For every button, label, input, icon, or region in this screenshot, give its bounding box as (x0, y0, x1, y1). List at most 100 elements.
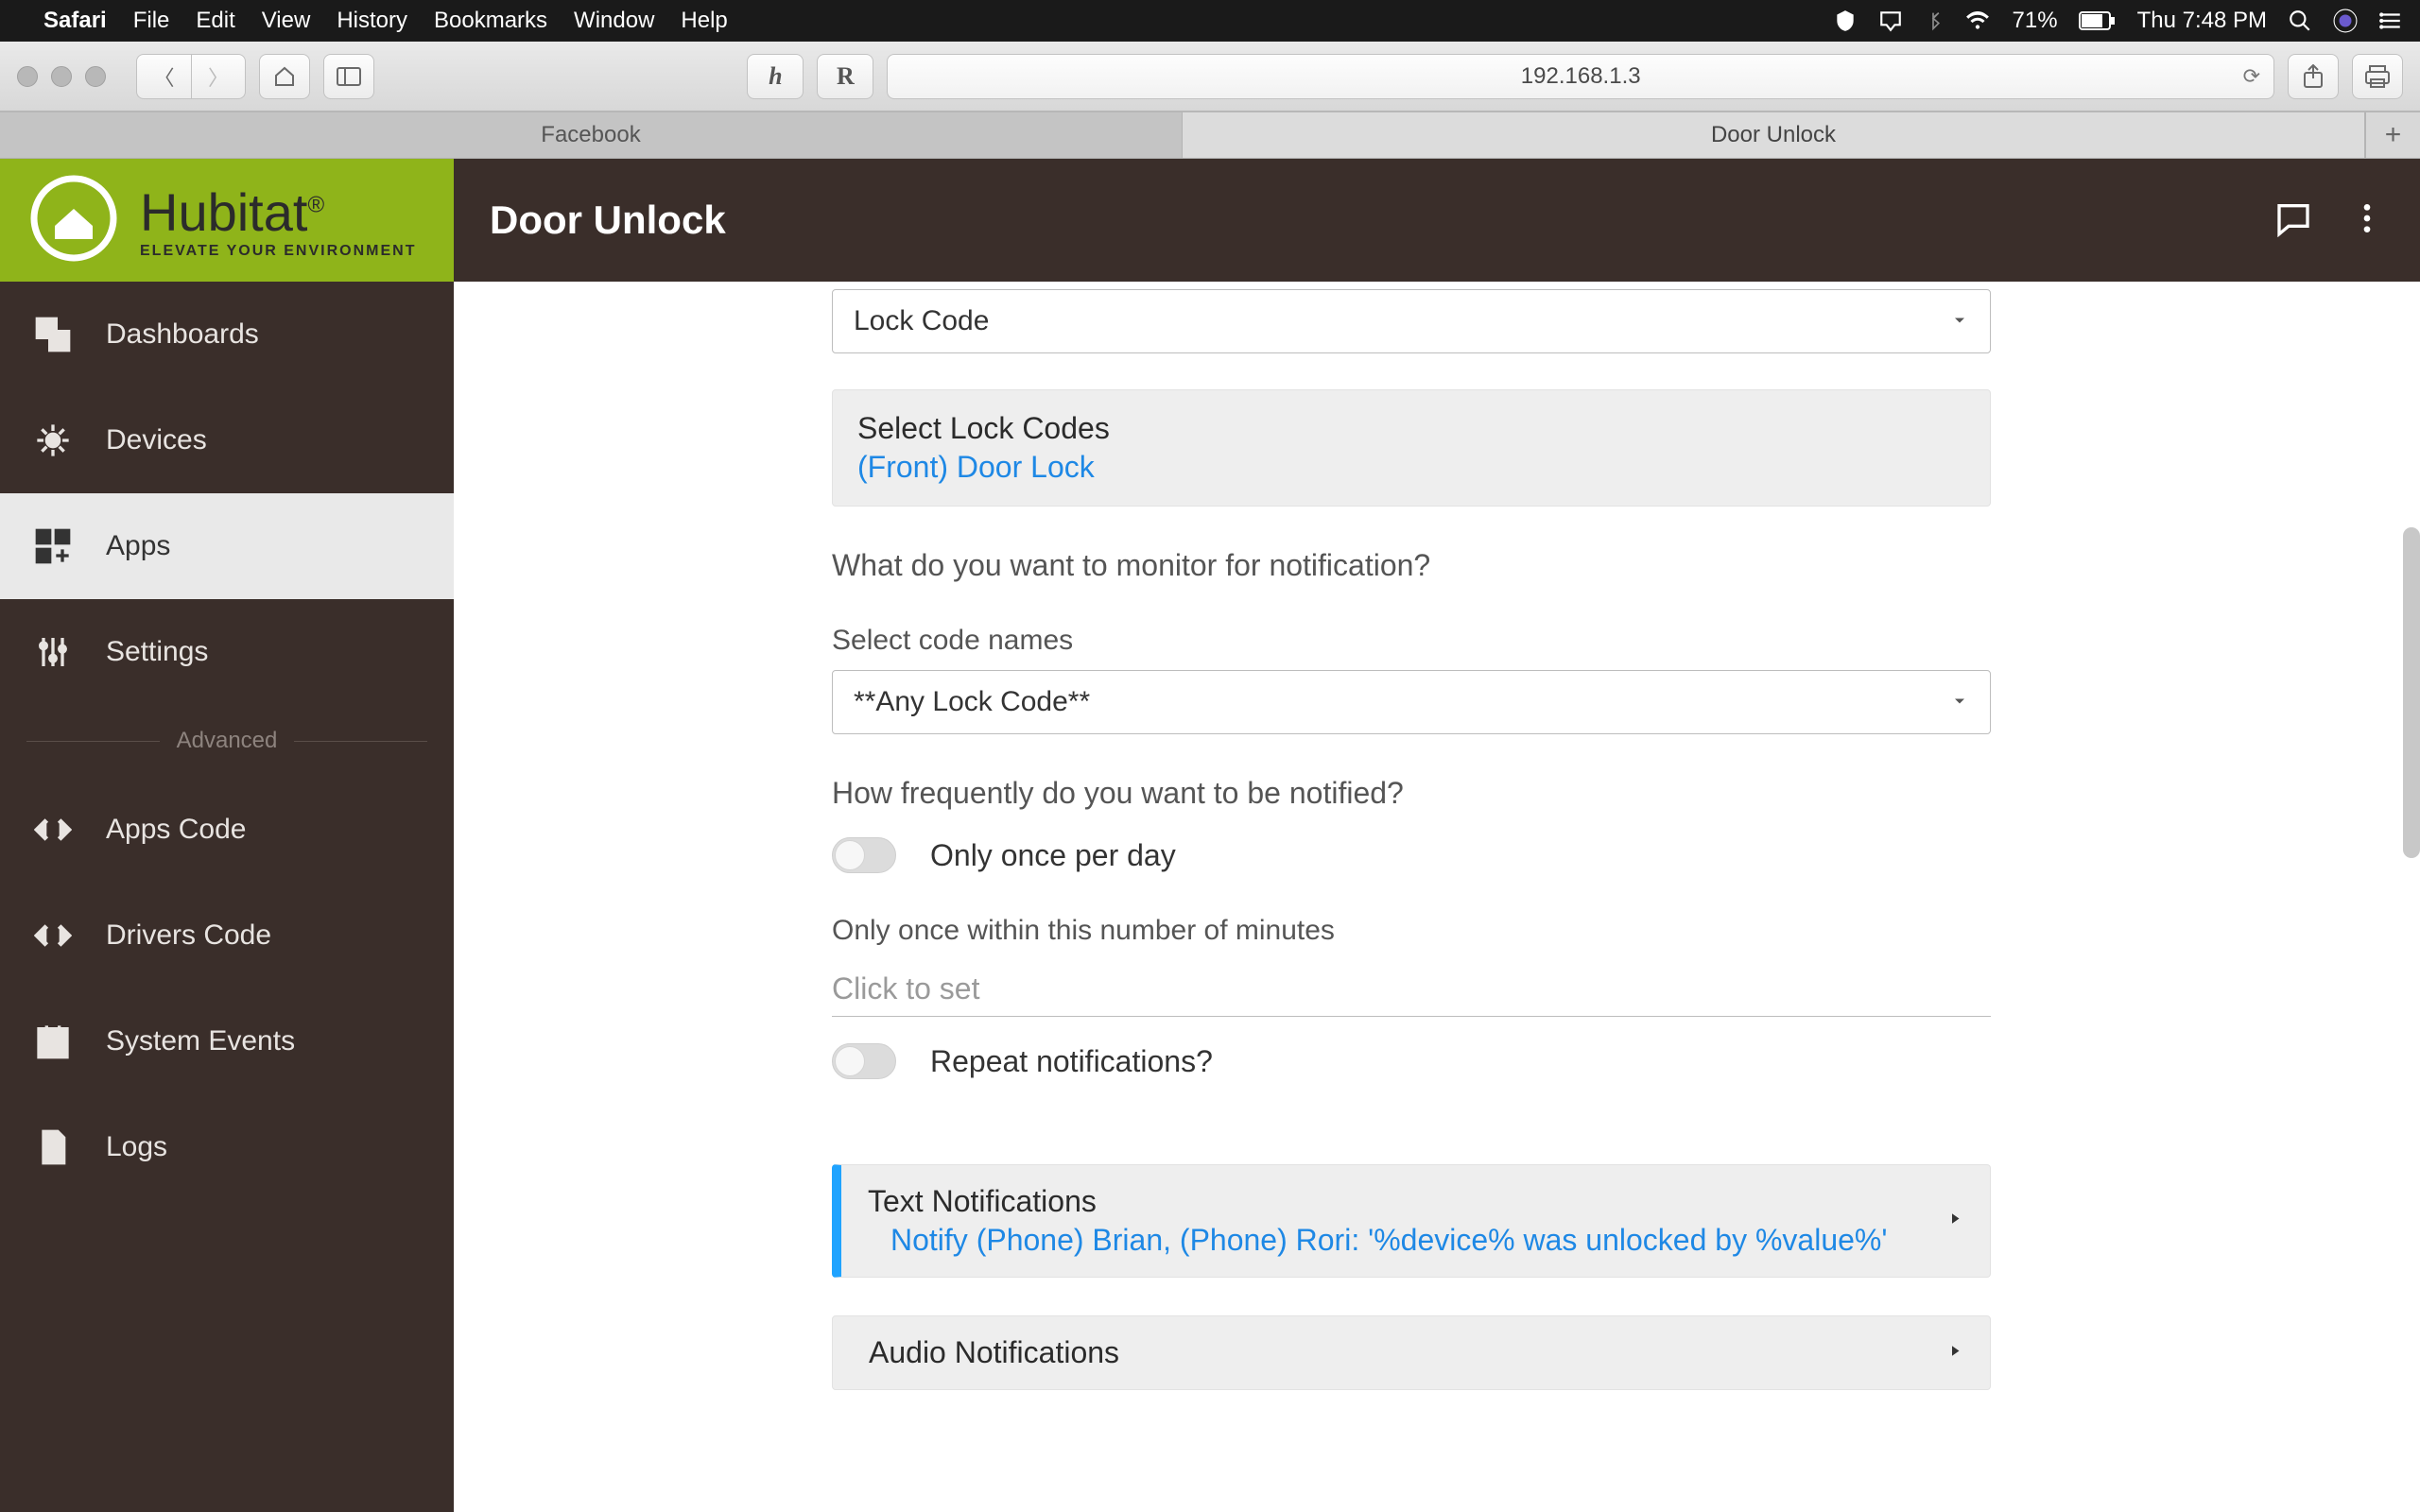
menu-window[interactable]: Window (574, 8, 654, 34)
sidebar-toggle-button[interactable] (323, 54, 374, 99)
macos-menubar: Safari File Edit View History Bookmarks … (0, 0, 2420, 42)
menu-help[interactable]: Help (681, 8, 727, 34)
sidebar-item-label: Drivers Code (106, 919, 271, 952)
panel-title: Audio Notifications (869, 1335, 1965, 1370)
home-button[interactable] (259, 54, 310, 99)
apps-icon (32, 527, 74, 565)
sidebar-divider-advanced: Advanced (0, 705, 454, 777)
battery-percent: 71% (2013, 8, 2058, 34)
app-header: Hubitat® ELEVATE YOUR ENVIRONMENT Door U… (0, 159, 2420, 282)
tab-door-unlock[interactable]: Door Unlock (1183, 112, 2365, 158)
text-notifications-panel[interactable]: Text Notifications Notify (Phone) Brian,… (832, 1164, 1991, 1278)
chevron-down-icon (1950, 305, 1969, 337)
menu-bookmarks[interactable]: Bookmarks (434, 8, 547, 34)
sidebar-item-dashboards[interactable]: Dashboards (0, 282, 454, 387)
panel-title: Text Notifications (868, 1184, 1965, 1219)
sidebar-item-logs[interactable]: Logs (0, 1094, 454, 1200)
clock[interactable]: Thu 7:48 PM (2137, 8, 2267, 34)
minimize-window-button[interactable] (51, 66, 72, 87)
brand-tagline: ELEVATE YOUR ENVIRONMENT (140, 243, 416, 260)
sidebar-item-devices[interactable]: Devices (0, 387, 454, 493)
brand-logo[interactable]: Hubitat® ELEVATE YOUR ENVIRONMENT (0, 159, 454, 282)
safari-toolbar: 〈 〉 h R 192.168.1.3 ⟳ (0, 42, 2420, 112)
audio-notifications-panel[interactable]: Audio Notifications (832, 1315, 1991, 1390)
sidebar: Dashboards Devices Apps Settings Advance… (0, 282, 454, 1512)
address-bar[interactable]: 192.168.1.3 ⟳ (887, 54, 2274, 99)
sidebar-item-apps-code[interactable]: Apps Code (0, 777, 454, 883)
top-capability-select[interactable]: Lock Code (832, 289, 1991, 353)
malwarebytes-icon[interactable] (1833, 9, 1858, 33)
notification-center-icon[interactable] (2378, 9, 2403, 33)
question-monitor: What do you want to monitor for notifica… (832, 548, 1991, 583)
bluetooth-icon[interactable] (1924, 9, 1943, 33)
main-content: Lock Code Select Lock Codes (Front) Door… (454, 282, 2420, 1512)
window-controls[interactable] (17, 66, 106, 87)
sidebar-item-label: Dashboards (106, 318, 259, 351)
calendar-icon (32, 1022, 74, 1060)
code-names-select[interactable]: **Any Lock Code** (832, 670, 1991, 734)
print-button[interactable] (2352, 54, 2403, 99)
question-frequency: How frequently do you want to be notifie… (832, 776, 1991, 811)
extension-honey-button[interactable]: h (747, 54, 804, 99)
label-code-names: Select code names (832, 625, 1991, 657)
tab-label: Facebook (541, 122, 640, 148)
toggle-label: Repeat notifications? (930, 1044, 1213, 1079)
extension-rakuten-button[interactable]: R (817, 54, 873, 99)
panel-title: Select Lock Codes (857, 411, 1965, 446)
toggle-label: Only once per day (930, 838, 1176, 873)
sidebar-item-label: Apps Code (106, 814, 246, 846)
chevron-down-icon (1950, 686, 1969, 718)
menu-view[interactable]: View (262, 8, 311, 34)
sidebar-item-system-events[interactable]: System Events (0, 988, 454, 1094)
tab-strip: Facebook Door Unlock + (0, 112, 2420, 159)
settings-icon (32, 633, 74, 671)
airplay-icon[interactable] (1878, 9, 1903, 33)
spotlight-icon[interactable] (2288, 9, 2312, 33)
wifi-icon[interactable] (1963, 9, 1992, 33)
tab-label: Door Unlock (1711, 122, 1836, 148)
tab-facebook[interactable]: Facebook (0, 112, 1183, 158)
reload-icon[interactable]: ⟳ (2243, 64, 2260, 89)
chevron-right-icon (1946, 1211, 1963, 1232)
sidebar-item-label: System Events (106, 1025, 295, 1057)
sidebar-item-label: Settings (106, 636, 208, 668)
url-text: 192.168.1.3 (1521, 63, 1641, 90)
battery-icon[interactable] (2079, 11, 2117, 30)
minutes-input[interactable]: Click to set (832, 960, 1991, 1017)
page-title: Door Unlock (454, 198, 726, 243)
select-lock-codes-panel[interactable]: Select Lock Codes (Front) Door Lock (832, 389, 1991, 507)
hubitat-logo-icon (26, 171, 121, 270)
messages-icon[interactable] (2274, 199, 2312, 242)
menu-history[interactable]: History (337, 8, 407, 34)
more-menu-icon[interactable] (2348, 199, 2386, 242)
sidebar-item-label: Logs (106, 1131, 167, 1163)
sidebar-item-label: Devices (106, 424, 207, 456)
siri-icon[interactable] (2333, 9, 2358, 33)
menu-file[interactable]: File (133, 8, 170, 34)
code-icon (32, 811, 74, 849)
toggle-repeat[interactable] (832, 1043, 896, 1079)
back-button[interactable]: 〈 (136, 54, 191, 99)
app-name[interactable]: Safari (43, 8, 107, 34)
select-value: **Any Lock Code** (854, 686, 1090, 718)
panel-link-value: (Front) Door Lock (857, 450, 1965, 485)
toggle-once-per-day[interactable] (832, 837, 896, 873)
fullscreen-window-button[interactable] (85, 66, 106, 87)
menu-edit[interactable]: Edit (196, 8, 234, 34)
label-minutes: Only once within this number of minutes (832, 915, 1991, 947)
new-tab-button[interactable]: + (2365, 112, 2420, 158)
brand-name: Hubitat® (140, 181, 416, 243)
panel-body: Notify (Phone) Brian, (Phone) Rori: '%de… (868, 1223, 1965, 1258)
select-value: Lock Code (854, 305, 989, 337)
dashboards-icon (32, 316, 74, 353)
devices-icon (32, 421, 74, 459)
scrollbar[interactable] (2403, 527, 2420, 858)
logs-icon (32, 1128, 74, 1166)
share-button[interactable] (2288, 54, 2339, 99)
sidebar-item-drivers-code[interactable]: Drivers Code (0, 883, 454, 988)
sidebar-item-settings[interactable]: Settings (0, 599, 454, 705)
forward-button[interactable]: 〉 (191, 54, 246, 99)
close-window-button[interactable] (17, 66, 38, 87)
chevron-right-icon (1946, 1342, 1963, 1364)
sidebar-item-apps[interactable]: Apps (0, 493, 454, 599)
